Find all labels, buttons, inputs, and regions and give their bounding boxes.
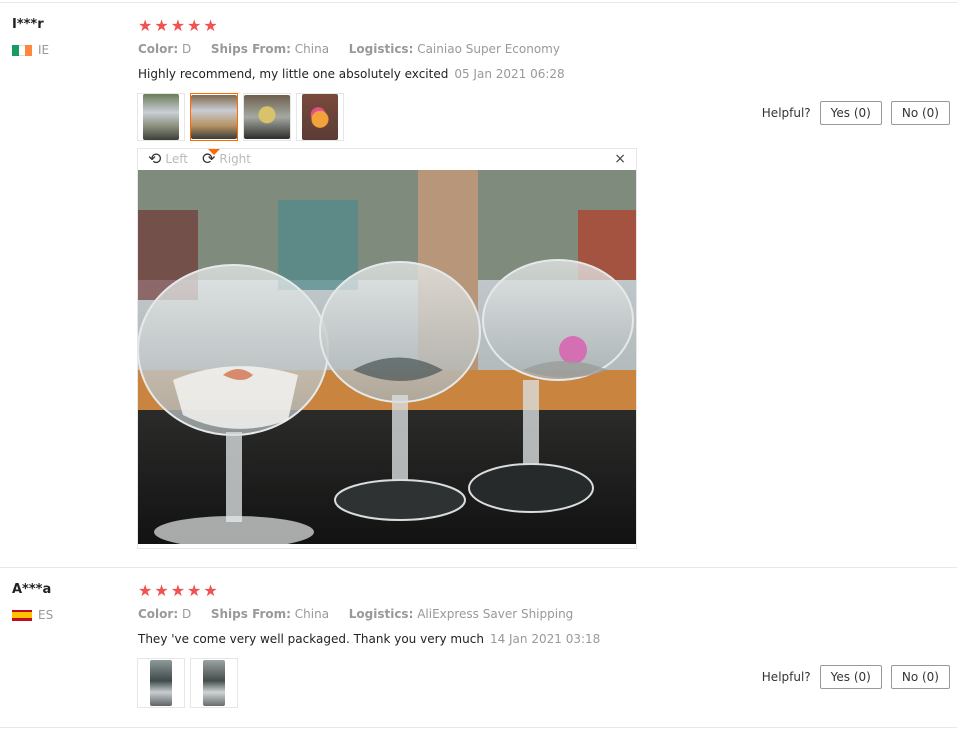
country-code: IE — [38, 43, 50, 57]
review-divider — [0, 567, 957, 568]
star-icon: ★ — [138, 581, 153, 600]
reviewer-name: A***a — [12, 582, 52, 597]
review-body: They 've come very well packaged. Thank … — [138, 632, 484, 646]
bottom-divider — [0, 727, 957, 728]
rotate-right-button[interactable]: Right — [219, 152, 251, 166]
star-rating: ★ ★ ★ ★ ★ — [138, 18, 218, 34]
color-value: D — [181, 607, 192, 621]
star-icon: ★ — [203, 16, 218, 35]
star-icon: ★ — [170, 16, 186, 35]
glasses-photo-illustration — [138, 170, 636, 544]
review-thumbnails — [137, 658, 238, 708]
star-icon: ★ — [138, 16, 153, 35]
review-photo-large — [138, 170, 636, 544]
close-icon[interactable]: × — [614, 151, 626, 167]
review-photo-thumbnail-selected[interactable] — [190, 93, 238, 141]
top-divider — [0, 2, 957, 3]
color-label: Color: — [138, 607, 179, 621]
review-photo-thumbnail[interactable] — [296, 93, 344, 141]
rotate-right-icon[interactable]: ⟳ — [202, 151, 215, 167]
viewer-toolbar: ⟲ Left ⟳ Right — [148, 151, 251, 167]
helpful-votes: Helpful? Yes (0) No (0) — [762, 665, 950, 689]
helpful-yes-button[interactable]: Yes (0) — [819, 665, 882, 689]
review-thumbnails — [137, 93, 344, 141]
review-text: Highly recommend, my little one absolute… — [138, 67, 565, 81]
star-icon: ★ — [154, 16, 169, 35]
review-photo-thumbnail[interactable] — [243, 93, 291, 141]
ships-from-value: China — [294, 42, 330, 56]
spain-flag-icon — [12, 609, 32, 621]
review-body: Highly recommend, my little one absolute… — [138, 67, 449, 81]
helpful-votes: Helpful? Yes (0) No (0) — [762, 101, 950, 125]
logistics-label: Logistics: — [348, 42, 414, 56]
review-meta: Color: D Ships From: China Logistics: Al… — [138, 607, 573, 621]
helpful-yes-button[interactable]: Yes (0) — [819, 101, 882, 125]
reviewer-country: IE — [12, 43, 49, 57]
country-code: ES — [38, 608, 54, 622]
star-icon: ★ — [187, 581, 202, 600]
ships-from-label: Ships From: — [210, 607, 291, 621]
ships-from-label: Ships From: — [210, 42, 291, 56]
helpful-no-button[interactable]: No (0) — [890, 665, 950, 689]
logistics-value: Cainiao Super Economy — [417, 42, 560, 56]
photo-viewer: ⟲ Left ⟳ Right × — [137, 148, 637, 549]
star-icon: ★ — [187, 16, 202, 35]
ships-from-value: China — [294, 607, 330, 621]
color-label: Color: — [138, 42, 179, 56]
review-text: They 've come very well packaged. Thank … — [138, 632, 600, 646]
rotate-left-button[interactable]: Left — [165, 152, 188, 166]
star-icon: ★ — [170, 581, 186, 600]
logistics-label: Logistics: — [348, 607, 414, 621]
review-meta: Color: D Ships From: China Logistics: Ca… — [138, 42, 560, 56]
star-rating: ★ ★ ★ ★ ★ — [138, 583, 218, 599]
color-value: D — [181, 42, 192, 56]
logistics-value: AliExpress Saver Shipping — [417, 607, 574, 621]
review-photo-thumbnail[interactable] — [190, 658, 238, 708]
reviewer-country: ES — [12, 608, 53, 622]
helpful-no-button[interactable]: No (0) — [890, 101, 950, 125]
star-icon: ★ — [154, 581, 169, 600]
rotate-left-icon[interactable]: ⟲ — [148, 151, 161, 167]
star-icon: ★ — [203, 581, 218, 600]
review-photo-thumbnail[interactable] — [137, 93, 185, 141]
review-photo-thumbnail[interactable] — [137, 658, 185, 708]
review-date: 05 Jan 2021 06:28 — [454, 67, 565, 81]
review-date: 14 Jan 2021 03:18 — [489, 632, 601, 646]
helpful-label: Helpful? — [761, 670, 811, 684]
helpful-label: Helpful? — [761, 106, 811, 120]
reviewer-name: I***r — [12, 17, 44, 32]
ireland-flag-icon — [12, 44, 33, 56]
